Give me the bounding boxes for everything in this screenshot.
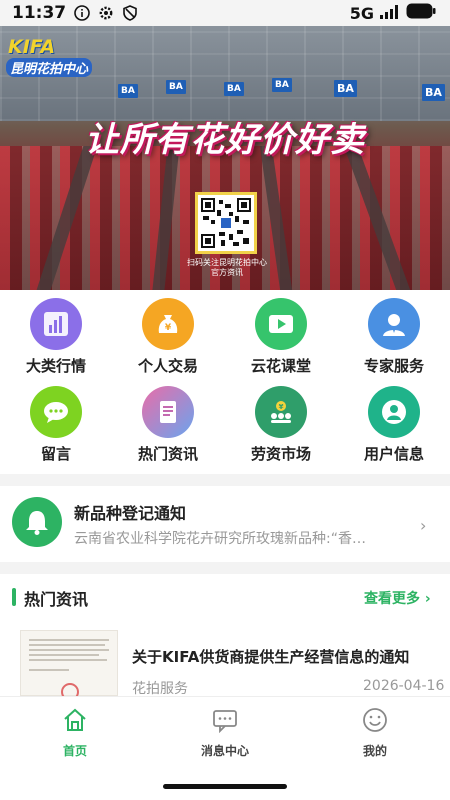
hot-news-title: 热门资讯	[24, 590, 89, 609]
qr-code	[195, 192, 257, 254]
menu-item-cloud-class[interactable]: 云花课堂	[225, 298, 337, 376]
menu-item-message[interactable]: 留言	[0, 386, 112, 464]
qr-caption: 扫码关注昆明花拍中心 官方资讯	[168, 258, 286, 278]
logo-cn: 昆明花拍中心	[6, 58, 93, 77]
battery-icon	[406, 3, 436, 23]
promo-banner[interactable]: BA BA BA BA BA BA KIFA 昆明花拍中心 让所有花好价好卖 扫…	[0, 26, 450, 290]
notice-card[interactable]: 新品种登记通知 云南省农业科学院花卉研究所玫瑰新品种:“香… ›	[0, 486, 450, 562]
tab-home[interactable]: 首页	[0, 707, 150, 759]
menu-label: 劳资市场	[250, 445, 311, 463]
svg-text:¥: ¥	[165, 323, 172, 333]
section-divider	[0, 562, 450, 574]
menu-label: 热门资讯	[137, 445, 198, 463]
tab-label: 首页	[62, 744, 87, 758]
network-type: 5G	[349, 3, 374, 23]
menu-item-personal-trade[interactable]: ¥ 个人交易	[112, 298, 224, 376]
signal-icon	[380, 4, 400, 23]
qr-caption-line: 扫码关注昆明花拍中心	[187, 258, 267, 267]
chat-bubble-icon	[30, 386, 82, 438]
user-info-icon	[368, 386, 420, 438]
slogan-text: 让所有花好价好卖	[85, 120, 365, 160]
home-icon	[62, 707, 88, 737]
status-time: 11:37	[12, 3, 67, 23]
qr-caption-line: 官方资讯	[211, 268, 243, 277]
hot-news-header: 热门资讯 查看更多 ›	[0, 574, 450, 622]
tab-label: 消息中心	[200, 744, 249, 758]
view-more-link[interactable]: 查看更多 ›	[364, 588, 431, 608]
status-bar: 11:37 5G	[0, 0, 450, 26]
banner-slogan: 让所有花好价好卖	[0, 112, 450, 161]
kifa-logo: KIFA 昆明花拍中心	[6, 36, 108, 80]
tab-mine[interactable]: 我的	[300, 707, 450, 759]
tab-label: 我的	[362, 744, 387, 758]
notice-title: 新品种登记通知	[74, 504, 187, 523]
bell-icon	[12, 497, 62, 547]
labor-market-icon: ¥	[255, 386, 307, 438]
expert-icon	[368, 298, 420, 350]
menu-label: 云花课堂	[250, 357, 311, 375]
bar-chart-icon	[30, 298, 82, 350]
menu-item-hot-news[interactable]: 热门资讯	[112, 386, 224, 464]
menu-label: 留言	[40, 445, 71, 463]
tab-messages[interactable]: 消息中心	[150, 707, 300, 759]
aisle-sign: BA	[118, 84, 138, 98]
section-divider	[0, 474, 450, 486]
svg-text:¥: ¥	[279, 403, 284, 411]
notice-desc: 云南省农业科学院花卉研究所玫瑰新品种:“香…	[74, 531, 366, 547]
menu-item-user-info[interactable]: 用户信息	[338, 386, 450, 464]
menu-item-expert-service[interactable]: 专家服务	[338, 298, 450, 376]
qr-code-icon	[201, 198, 251, 248]
shield-icon	[122, 5, 138, 21]
aisle-sign: BA	[166, 80, 186, 94]
menu-label: 专家服务	[363, 357, 424, 375]
feature-menu: 大类行情 ¥ 个人交易 云花课堂 专家服务 留言 热门资讯 ¥ 劳资市场 用户信…	[0, 290, 450, 474]
news-date: 2026-04-16	[363, 678, 445, 694]
aisle-sign: BA	[272, 78, 292, 92]
seal-icon	[61, 683, 79, 696]
aisle-sign: BA	[224, 82, 244, 96]
aisle-sign: BA	[422, 84, 445, 101]
news-source: 花拍服务	[132, 681, 188, 696]
menu-label: 个人交易	[137, 357, 198, 375]
chevron-right-icon: ›	[420, 516, 427, 535]
menu-item-category-market[interactable]: 大类行情	[0, 298, 112, 376]
message-icon	[212, 707, 238, 737]
menu-item-labor-market[interactable]: ¥ 劳资市场	[225, 386, 337, 464]
home-indicator[interactable]	[163, 784, 287, 789]
settings-gear-icon	[98, 5, 114, 21]
money-bag-icon: ¥	[142, 298, 194, 350]
aisle-sign: BA	[334, 80, 357, 97]
menu-label: 大类行情	[25, 357, 86, 375]
news-title: 关于KIFA供货商提供生产经营信息的通知	[132, 648, 410, 666]
news-thumbnail	[20, 630, 118, 696]
smiley-icon	[362, 707, 388, 737]
section-accent-bar	[12, 588, 16, 606]
news-list-item[interactable]: 关于KIFA供货商提供生产经营信息的通知 花拍服务 2026-04-16	[0, 624, 450, 696]
news-doc-icon	[142, 386, 194, 438]
logo-en: KIFA	[8, 36, 56, 58]
menu-label: 用户信息	[363, 445, 424, 463]
info-icon	[74, 5, 90, 21]
video-play-icon	[255, 298, 307, 350]
